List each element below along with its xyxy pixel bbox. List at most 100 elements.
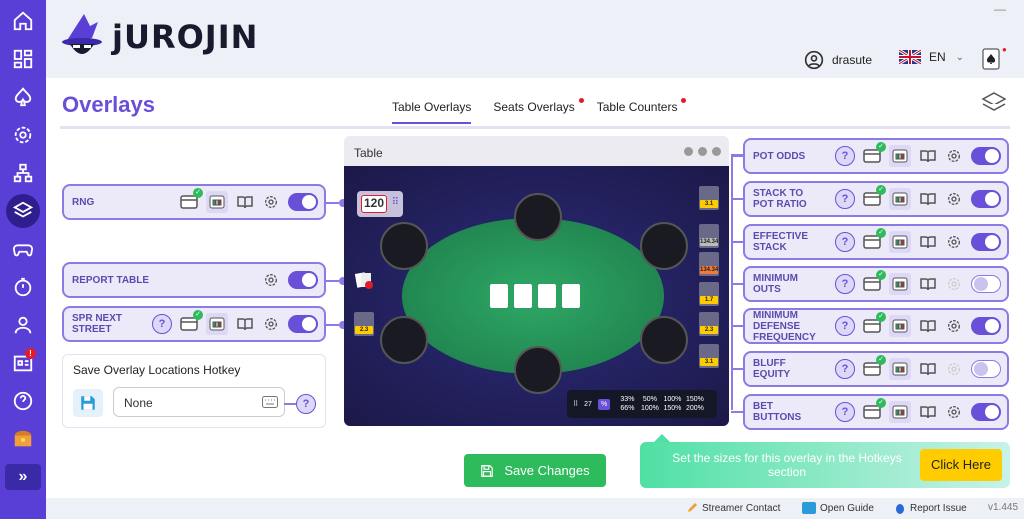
toggle-switch[interactable]: [971, 275, 1001, 293]
language-select[interactable]: EN ⌄: [898, 50, 964, 64]
sidebar-settings[interactable]: [6, 118, 40, 152]
help-button[interactable]: ?: [835, 402, 855, 422]
book-icon[interactable]: [919, 275, 937, 293]
help-button[interactable]: ?: [152, 314, 172, 334]
check-icon: ✓: [876, 270, 886, 280]
window-icon[interactable]: ✓: [180, 188, 203, 211]
window-icon[interactable]: ✓: [863, 142, 886, 165]
gear-icon[interactable]: [262, 315, 280, 333]
overlay-2: STACK TO POT RATIO? ✓: [743, 181, 1009, 217]
sidebar-spade[interactable]: [6, 80, 40, 114]
book-icon[interactable]: [236, 315, 254, 333]
tab-seats-overlays[interactable]: Seats Overlays: [493, 98, 584, 124]
click-here-button[interactable]: Click Here: [920, 449, 1002, 481]
table-flag-icon[interactable]: [889, 188, 911, 210]
book-icon[interactable]: [919, 147, 937, 165]
sidebar-timer[interactable]: [6, 270, 40, 304]
card-menu[interactable]: ●: [982, 45, 1007, 75]
connector-line: [326, 202, 339, 204]
sidebar-expand-button[interactable]: »: [5, 464, 41, 490]
gear-icon[interactable]: [945, 403, 963, 421]
hotkey-input[interactable]: None: [113, 387, 285, 417]
card-spade-icon: [982, 48, 1000, 70]
sidebar-home[interactable]: [6, 4, 40, 38]
gear-icon[interactable]: [945, 190, 963, 208]
window-icon[interactable]: ✓: [863, 270, 886, 293]
sidebar-dashboard[interactable]: [6, 42, 40, 76]
toggle-switch[interactable]: [288, 271, 318, 289]
help-button[interactable]: ?: [835, 274, 855, 294]
hotkey-help-button[interactable]: ?: [296, 394, 316, 414]
help-button[interactable]: ?: [835, 189, 855, 209]
window-icon[interactable]: ✓: [863, 185, 886, 208]
gear-icon[interactable]: [945, 233, 963, 251]
tab-table-overlays[interactable]: Table Overlays: [392, 100, 472, 124]
book-icon[interactable]: [236, 193, 254, 211]
window-icon[interactable]: ✓: [180, 310, 203, 333]
toggle-switch[interactable]: [288, 315, 318, 333]
layers-toggle-button[interactable]: [980, 90, 1008, 121]
book-icon[interactable]: [919, 403, 937, 421]
help-button[interactable]: ?: [835, 316, 855, 336]
overlay-label: STACK TO POT RATIO: [753, 188, 807, 210]
report-issue-link[interactable]: Report Issue: [894, 502, 967, 514]
window-icon[interactable]: ✓: [863, 312, 886, 335]
sidebar-games[interactable]: [6, 232, 40, 266]
board-card: [514, 284, 532, 308]
help-button[interactable]: ?: [835, 146, 855, 166]
sidebar-chest[interactable]: [6, 422, 40, 456]
user-menu[interactable]: drasute: [804, 50, 872, 70]
table-flag-icon[interactable]: [889, 315, 911, 337]
toggle-switch[interactable]: [971, 317, 1001, 335]
toggle-switch[interactable]: [288, 193, 318, 211]
overlay-report-table: REPORT TABLE: [62, 262, 326, 298]
sidebar-news[interactable]: !: [6, 346, 40, 380]
tab-label: Table Overlays: [392, 100, 472, 114]
toggle-switch[interactable]: [971, 233, 1001, 251]
window-dots: [684, 147, 721, 156]
toggle-switch[interactable]: [971, 190, 1001, 208]
book-icon[interactable]: [919, 360, 937, 378]
book-icon[interactable]: [919, 190, 937, 208]
table-flag-icon[interactable]: [889, 145, 911, 167]
sidebar-help[interactable]: [6, 384, 40, 418]
toggle-switch[interactable]: [971, 403, 1001, 421]
save-changes-button[interactable]: Save Changes: [464, 454, 606, 487]
help-button[interactable]: ?: [835, 359, 855, 379]
check-icon: ✓: [876, 228, 886, 238]
table-flag-icon[interactable]: [889, 231, 911, 253]
window-icon[interactable]: ✓: [863, 398, 886, 421]
gear-icon[interactable]: [945, 317, 963, 335]
sidebar-overlays[interactable]: [6, 194, 40, 228]
toggle-switch[interactable]: [971, 147, 1001, 165]
help-button[interactable]: ?: [835, 232, 855, 252]
gear-icon[interactable]: [945, 360, 963, 378]
wizard-logo-icon: [62, 14, 102, 54]
gear-icon[interactable]: [945, 275, 963, 293]
window-icon[interactable]: ✓: [863, 228, 886, 251]
mini-overlay: 1.7: [699, 282, 719, 306]
gear-icon[interactable]: [262, 193, 280, 211]
table-flag-icon[interactable]: [889, 273, 911, 295]
open-guide-link[interactable]: Open Guide: [802, 502, 874, 514]
minimize-button[interactable]: —: [994, 2, 1006, 16]
streamer-contact-link[interactable]: Streamer Contact: [686, 502, 780, 514]
version-label: v1.445: [988, 502, 1019, 513]
table-flag-icon[interactable]: [889, 401, 911, 423]
tab-table-counters[interactable]: Table Counters: [597, 98, 687, 124]
toggle-switch[interactable]: [971, 360, 1001, 378]
table-flag-icon[interactable]: [206, 313, 228, 335]
sidebar-nodes[interactable]: [6, 156, 40, 190]
hotkey-banner: Set the sizes for this overlay in the Ho…: [640, 434, 1010, 488]
gear-icon[interactable]: [945, 147, 963, 165]
table-flag-icon[interactable]: [889, 358, 911, 380]
book-icon[interactable]: [919, 233, 937, 251]
gear-icon[interactable]: [262, 271, 280, 289]
table-flag-icon[interactable]: [206, 191, 228, 213]
sidebar-profile[interactable]: [6, 308, 40, 342]
table-preview-title: Table: [354, 146, 383, 160]
rng-value: 120: [361, 195, 387, 213]
book-icon[interactable]: [919, 317, 937, 335]
user-circle-icon: [804, 50, 824, 70]
window-icon[interactable]: ✓: [863, 355, 886, 378]
